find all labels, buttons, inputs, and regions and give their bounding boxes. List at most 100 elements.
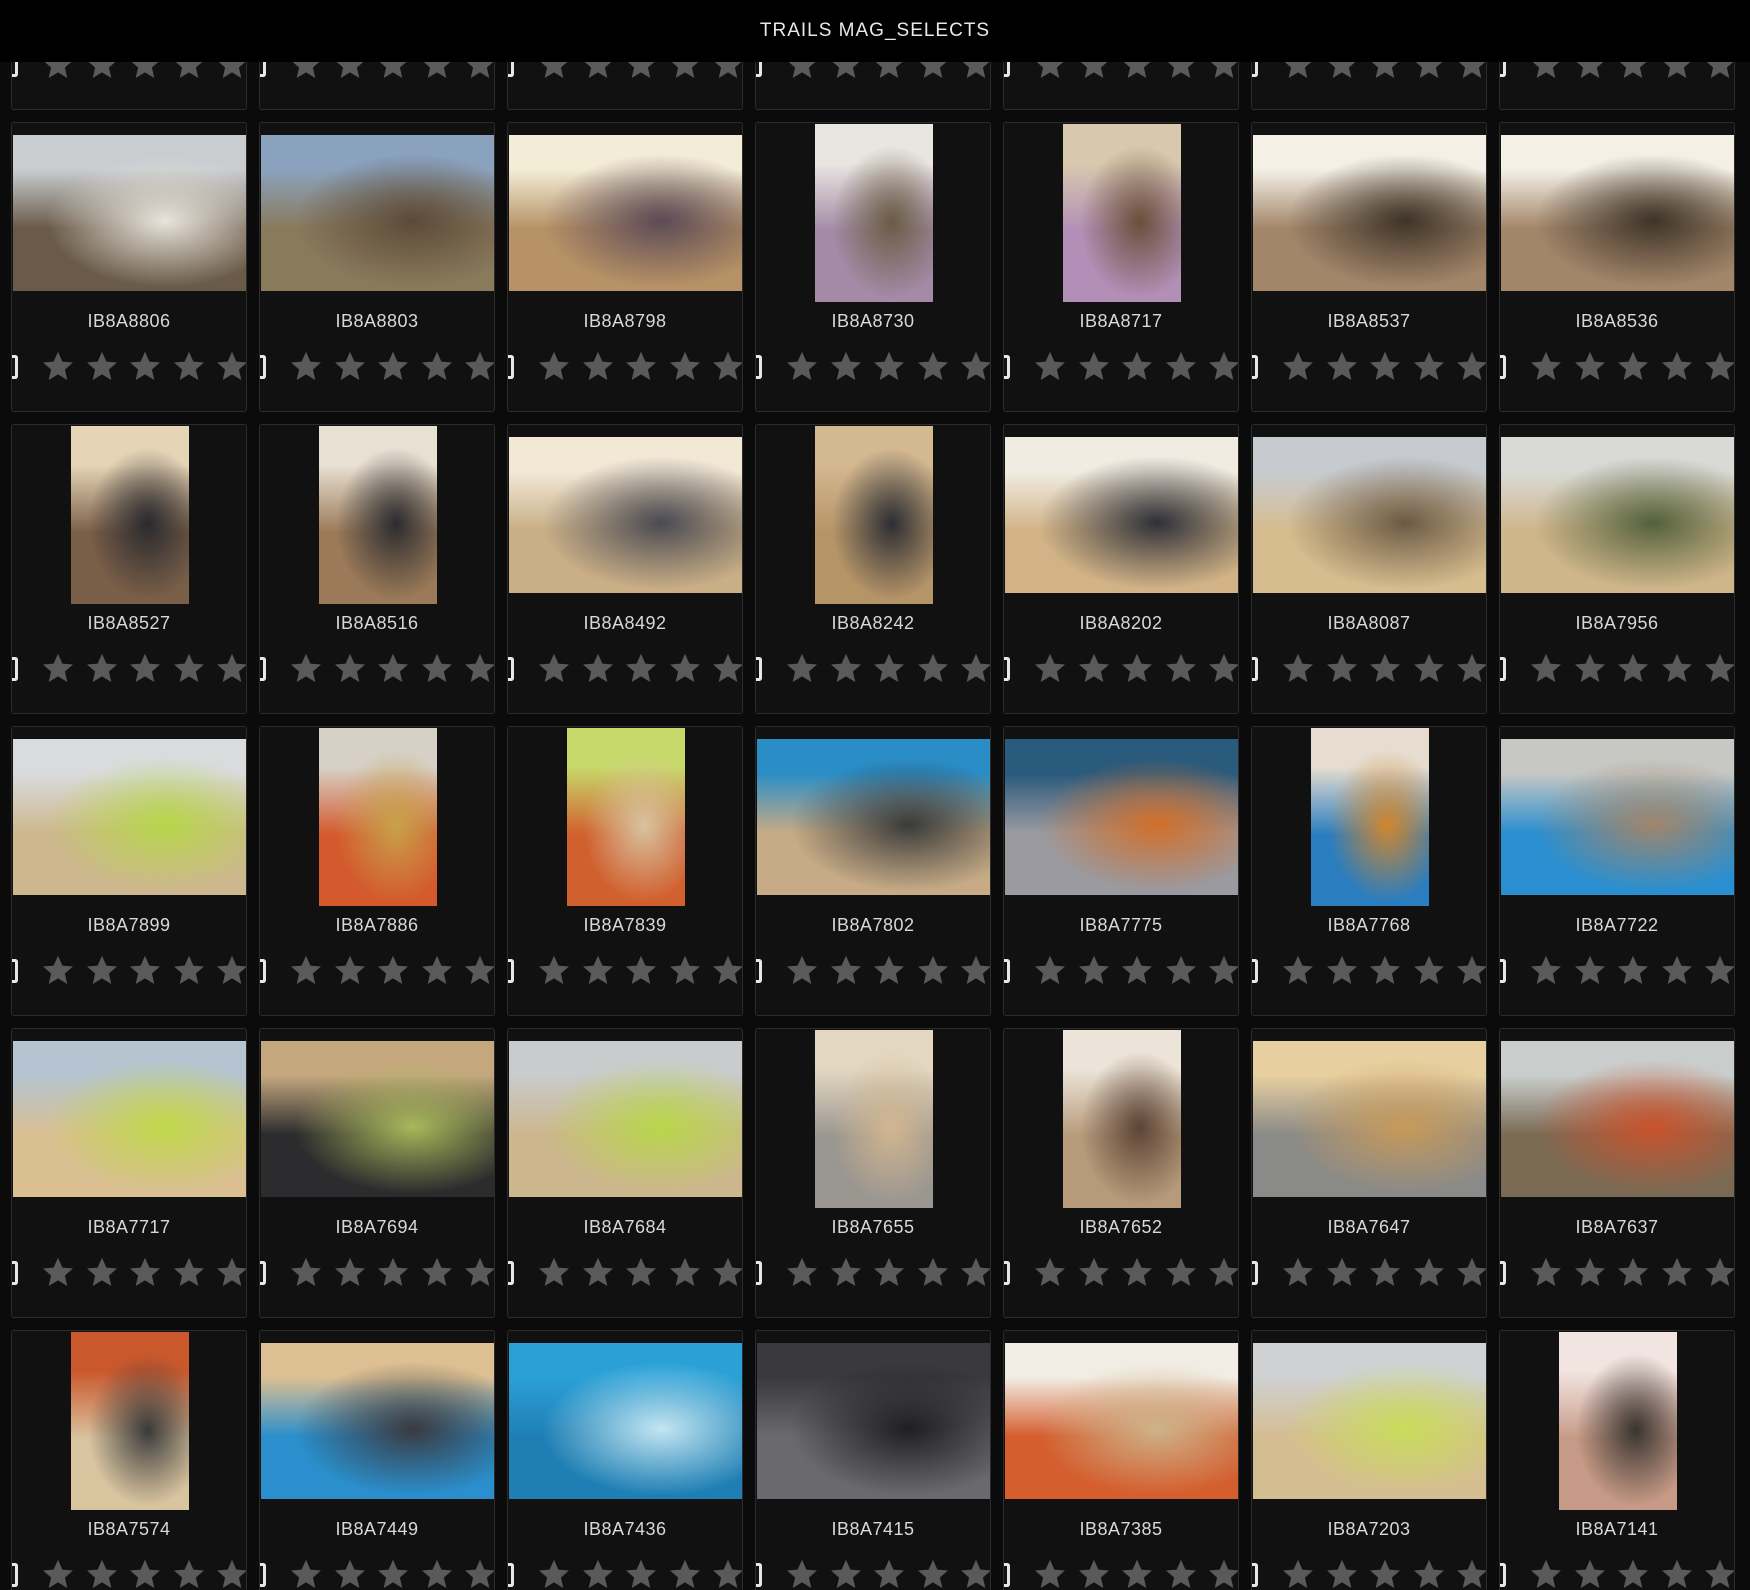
star-icon[interactable] bbox=[462, 651, 494, 687]
star-icon[interactable] bbox=[710, 62, 742, 83]
photo-card[interactable]: IB8A8806 bbox=[11, 122, 247, 412]
star-rating[interactable] bbox=[756, 62, 990, 87]
star-icon[interactable] bbox=[84, 953, 120, 989]
photo-card[interactable]: IB8A7768 bbox=[1251, 726, 1487, 1016]
star-icon[interactable] bbox=[828, 1557, 864, 1590]
photo-card[interactable] bbox=[507, 62, 743, 110]
star-rating[interactable] bbox=[508, 949, 742, 993]
star-icon[interactable] bbox=[1659, 62, 1695, 83]
star-icon[interactable] bbox=[1659, 953, 1695, 989]
star-icon[interactable] bbox=[1572, 349, 1608, 385]
star-icon[interactable] bbox=[214, 953, 246, 989]
star-icon[interactable] bbox=[332, 349, 368, 385]
star-icon[interactable] bbox=[1367, 1255, 1403, 1291]
star-icon[interactable] bbox=[871, 651, 907, 687]
star-icon[interactable] bbox=[1411, 953, 1447, 989]
star-icon[interactable] bbox=[828, 651, 864, 687]
photo-card[interactable]: IB8A8516 bbox=[259, 424, 495, 714]
star-icon[interactable] bbox=[710, 1255, 742, 1291]
star-icon[interactable] bbox=[40, 62, 76, 83]
star-icon[interactable] bbox=[375, 1255, 411, 1291]
star-icon[interactable] bbox=[288, 953, 324, 989]
photo-card[interactable]: IB8A7886 bbox=[259, 726, 495, 1016]
star-icon[interactable] bbox=[375, 349, 411, 385]
star-rating[interactable] bbox=[1500, 62, 1734, 87]
star-icon[interactable] bbox=[1032, 1557, 1068, 1590]
photo-card[interactable]: IB8A8087 bbox=[1251, 424, 1487, 714]
pick-flag-icon[interactable] bbox=[508, 959, 514, 983]
photo-thumbnail[interactable] bbox=[509, 437, 742, 593]
star-rating[interactable] bbox=[508, 62, 742, 87]
star-icon[interactable] bbox=[580, 62, 616, 83]
star-icon[interactable] bbox=[214, 349, 246, 385]
pick-flag-icon[interactable] bbox=[508, 355, 514, 379]
star-icon[interactable] bbox=[580, 651, 616, 687]
pick-flag-icon[interactable] bbox=[1004, 355, 1010, 379]
photo-thumbnail[interactable] bbox=[1005, 739, 1238, 895]
star-icon[interactable] bbox=[419, 1255, 455, 1291]
star-icon[interactable] bbox=[1163, 62, 1199, 83]
photo-card[interactable] bbox=[11, 62, 247, 110]
pick-flag-icon[interactable] bbox=[756, 959, 762, 983]
star-rating[interactable] bbox=[260, 62, 494, 87]
star-icon[interactable] bbox=[332, 1557, 368, 1590]
star-icon[interactable] bbox=[1119, 349, 1155, 385]
star-icon[interactable] bbox=[1163, 651, 1199, 687]
star-icon[interactable] bbox=[828, 62, 864, 83]
star-icon[interactable] bbox=[1367, 953, 1403, 989]
star-rating[interactable] bbox=[12, 1251, 246, 1295]
star-icon[interactable] bbox=[1206, 1557, 1238, 1590]
photo-thumbnail[interactable] bbox=[1253, 135, 1486, 291]
star-icon[interactable] bbox=[667, 349, 703, 385]
star-rating[interactable] bbox=[1004, 345, 1238, 389]
photo-card[interactable] bbox=[259, 62, 495, 110]
star-rating[interactable] bbox=[508, 345, 742, 389]
star-icon[interactable] bbox=[1206, 349, 1238, 385]
pick-flag-icon[interactable] bbox=[1252, 959, 1258, 983]
star-icon[interactable] bbox=[1702, 1557, 1734, 1590]
star-icon[interactable] bbox=[171, 1255, 207, 1291]
pick-flag-icon[interactable] bbox=[508, 1261, 514, 1285]
pick-flag-icon[interactable] bbox=[1252, 62, 1258, 77]
photo-card[interactable]: IB8A8242 bbox=[755, 424, 991, 714]
star-icon[interactable] bbox=[84, 1557, 120, 1590]
photo-card[interactable]: IB8A7652 bbox=[1003, 1028, 1239, 1318]
star-icon[interactable] bbox=[1615, 1557, 1651, 1590]
star-icon[interactable] bbox=[40, 953, 76, 989]
photo-thumbnail[interactable] bbox=[1501, 437, 1734, 593]
pick-flag-icon[interactable] bbox=[12, 1563, 18, 1587]
photo-card[interactable]: IB8A7436 bbox=[507, 1330, 743, 1590]
thumbnail-grid-viewport[interactable]: IB8A8806 IB8A8803 IB8A8798 IB8A8730 IB8A8717… bbox=[0, 62, 1750, 1590]
star-icon[interactable] bbox=[1659, 349, 1695, 385]
pick-flag-icon[interactable] bbox=[12, 959, 18, 983]
star-icon[interactable] bbox=[958, 62, 990, 83]
star-icon[interactable] bbox=[288, 62, 324, 83]
star-icon[interactable] bbox=[171, 349, 207, 385]
star-icon[interactable] bbox=[1324, 1557, 1360, 1590]
star-icon[interactable] bbox=[214, 1255, 246, 1291]
photo-card[interactable]: IB8A7141 bbox=[1499, 1330, 1735, 1590]
star-icon[interactable] bbox=[1411, 651, 1447, 687]
star-icon[interactable] bbox=[1119, 1557, 1155, 1590]
pick-flag-icon[interactable] bbox=[1004, 1563, 1010, 1587]
star-icon[interactable] bbox=[1206, 1255, 1238, 1291]
pick-flag-icon[interactable] bbox=[1252, 355, 1258, 379]
star-icon[interactable] bbox=[784, 349, 820, 385]
photo-card[interactable]: IB8A7722 bbox=[1499, 726, 1735, 1016]
star-icon[interactable] bbox=[288, 651, 324, 687]
star-icon[interactable] bbox=[1076, 349, 1112, 385]
photo-card[interactable]: IB8A7684 bbox=[507, 1028, 743, 1318]
star-icon[interactable] bbox=[171, 953, 207, 989]
star-icon[interactable] bbox=[1280, 349, 1316, 385]
star-icon[interactable] bbox=[1702, 651, 1734, 687]
star-icon[interactable] bbox=[580, 1255, 616, 1291]
star-icon[interactable] bbox=[1528, 1557, 1564, 1590]
star-icon[interactable] bbox=[375, 953, 411, 989]
photo-thumbnail[interactable] bbox=[509, 1041, 742, 1197]
photo-card[interactable]: IB8A7655 bbox=[755, 1028, 991, 1318]
star-rating[interactable] bbox=[508, 1251, 742, 1295]
pick-flag-icon[interactable] bbox=[756, 62, 762, 77]
star-icon[interactable] bbox=[623, 62, 659, 83]
star-icon[interactable] bbox=[1280, 62, 1316, 83]
photo-thumbnail[interactable] bbox=[757, 1343, 990, 1499]
